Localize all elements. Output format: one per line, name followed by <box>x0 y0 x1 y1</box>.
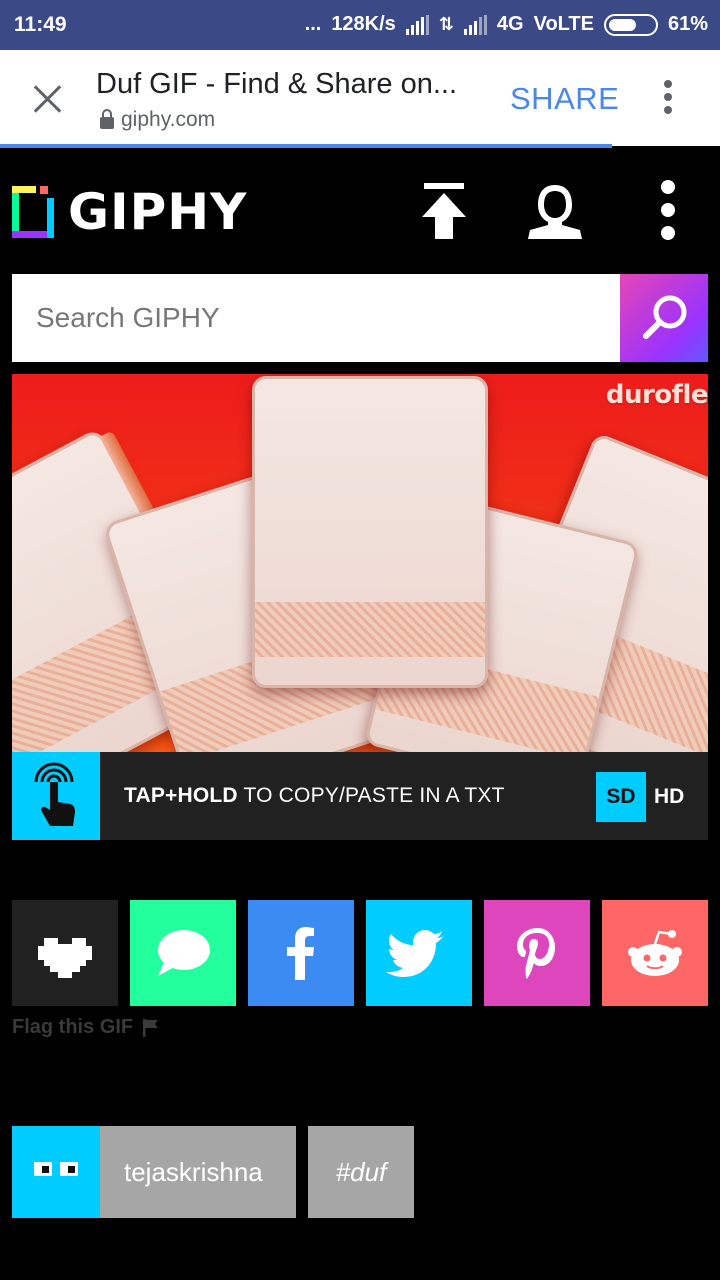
url-text: giphy.com <box>121 108 216 131</box>
lock-icon <box>100 108 114 129</box>
copy-bar: TAP+HOLD TO COPY/PASTE IN A TXT SD HD <box>12 752 708 840</box>
gif-image[interactable]: durofle <box>12 374 708 752</box>
tap-hold-instructions: TAP+HOLD TO COPY/PASTE IN A TXT <box>124 784 505 808</box>
status-right: ... 128K/s ⇅ 4G VoLTE 61% <box>305 13 708 36</box>
gif-brand-text: durofle <box>605 380 708 410</box>
eyes-icon <box>34 1162 78 1176</box>
flag-gif-link[interactable]: Flag this GIF <box>12 1016 159 1039</box>
upload-icon[interactable] <box>420 183 468 239</box>
search-icon <box>643 295 687 339</box>
facebook-share-button[interactable] <box>248 900 354 1006</box>
battery-icon <box>603 13 658 36</box>
reddit-share-button[interactable] <box>602 900 708 1006</box>
search-button[interactable] <box>620 274 708 362</box>
battery-percent: 61% <box>667 13 708 35</box>
browser-toolbar: Duf GIF - Find & Share on... giphy.com S… <box>0 50 720 146</box>
more-options-icon[interactable] <box>660 80 676 120</box>
hd-toggle[interactable]: HD <box>654 772 694 822</box>
status-bar: 11:49 ... 128K/s ⇅ 4G VoLTE 61% <box>0 0 720 50</box>
status-dots: ... <box>304 13 322 35</box>
favorite-button[interactable] <box>12 900 118 1006</box>
flag-label: Flag this GIF <box>12 1016 134 1038</box>
facebook-icon <box>287 927 314 980</box>
network-speed: 128K/s <box>331 13 396 35</box>
search-bar <box>12 274 708 362</box>
network-type: 4G <box>496 13 524 35</box>
status-time: 11:49 <box>14 13 67 36</box>
share-row <box>12 900 708 1006</box>
username-tag[interactable]: tejaskrishna <box>100 1126 296 1218</box>
tap-hold-icon <box>12 752 100 840</box>
search-input[interactable] <box>12 274 620 362</box>
hashtag-chip[interactable]: #duf <box>308 1126 414 1218</box>
url-bar[interactable]: giphy.com <box>100 108 215 132</box>
giphy-logo[interactable]: GIPHY <box>12 183 247 241</box>
giphy-logo-text: GIPHY <box>68 183 248 241</box>
volte-label: VoLTE <box>533 13 594 35</box>
flag-icon <box>143 1018 159 1037</box>
menu-icon[interactable] <box>658 180 678 242</box>
share-button[interactable]: SHARE <box>510 81 619 117</box>
twitter-icon <box>386 930 444 977</box>
giphy-logo-icon <box>12 186 54 238</box>
pinterest-icon <box>517 928 555 979</box>
twitter-share-button[interactable] <box>366 900 472 1006</box>
user-icon[interactable] <box>526 183 584 239</box>
signal-icon <box>405 14 429 35</box>
sd-toggle[interactable]: SD <box>596 772 646 822</box>
heart-icon <box>38 938 92 978</box>
data-transfer-icon: ⇅ <box>438 14 454 34</box>
message-share-button[interactable] <box>130 900 236 1006</box>
page-load-progress <box>0 144 612 148</box>
tap-hold-rest: TO COPY/PASTE IN A TXT <box>237 784 505 807</box>
message-icon <box>158 930 210 976</box>
close-icon[interactable] <box>30 81 66 117</box>
reddit-icon <box>628 930 682 976</box>
signal-2-icon <box>463 14 487 35</box>
page-title: Duf GIF - Find & Share on... <box>96 68 458 100</box>
pinterest-share-button[interactable] <box>484 900 590 1006</box>
gif-mattress-center <box>252 376 488 688</box>
user-avatar[interactable] <box>12 1126 100 1218</box>
tap-hold-bold: TAP+HOLD <box>124 784 238 807</box>
